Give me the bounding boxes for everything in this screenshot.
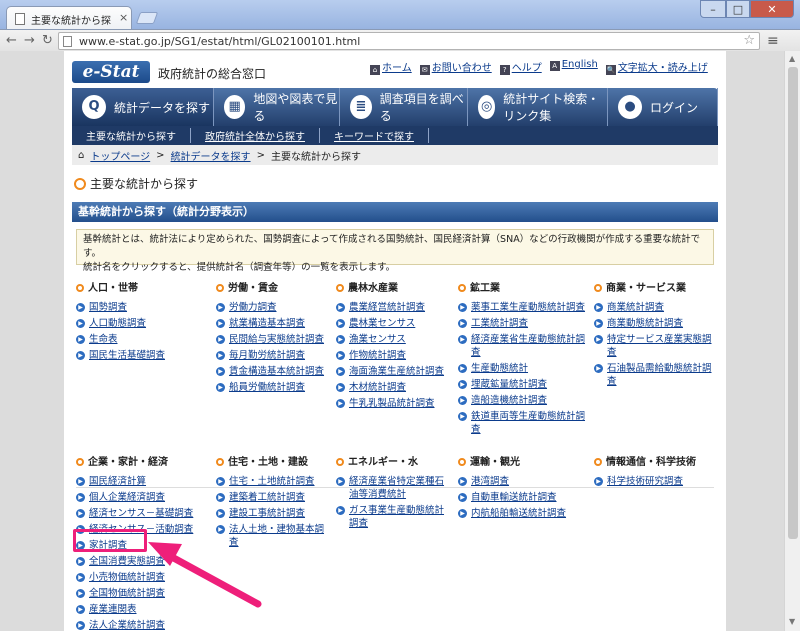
pointer-arrow-icon — [148, 542, 262, 608]
browser-window: 主要な統計から探す × – □ ✕ ← → ↻ www.e-stat.go.jp… — [0, 0, 800, 631]
